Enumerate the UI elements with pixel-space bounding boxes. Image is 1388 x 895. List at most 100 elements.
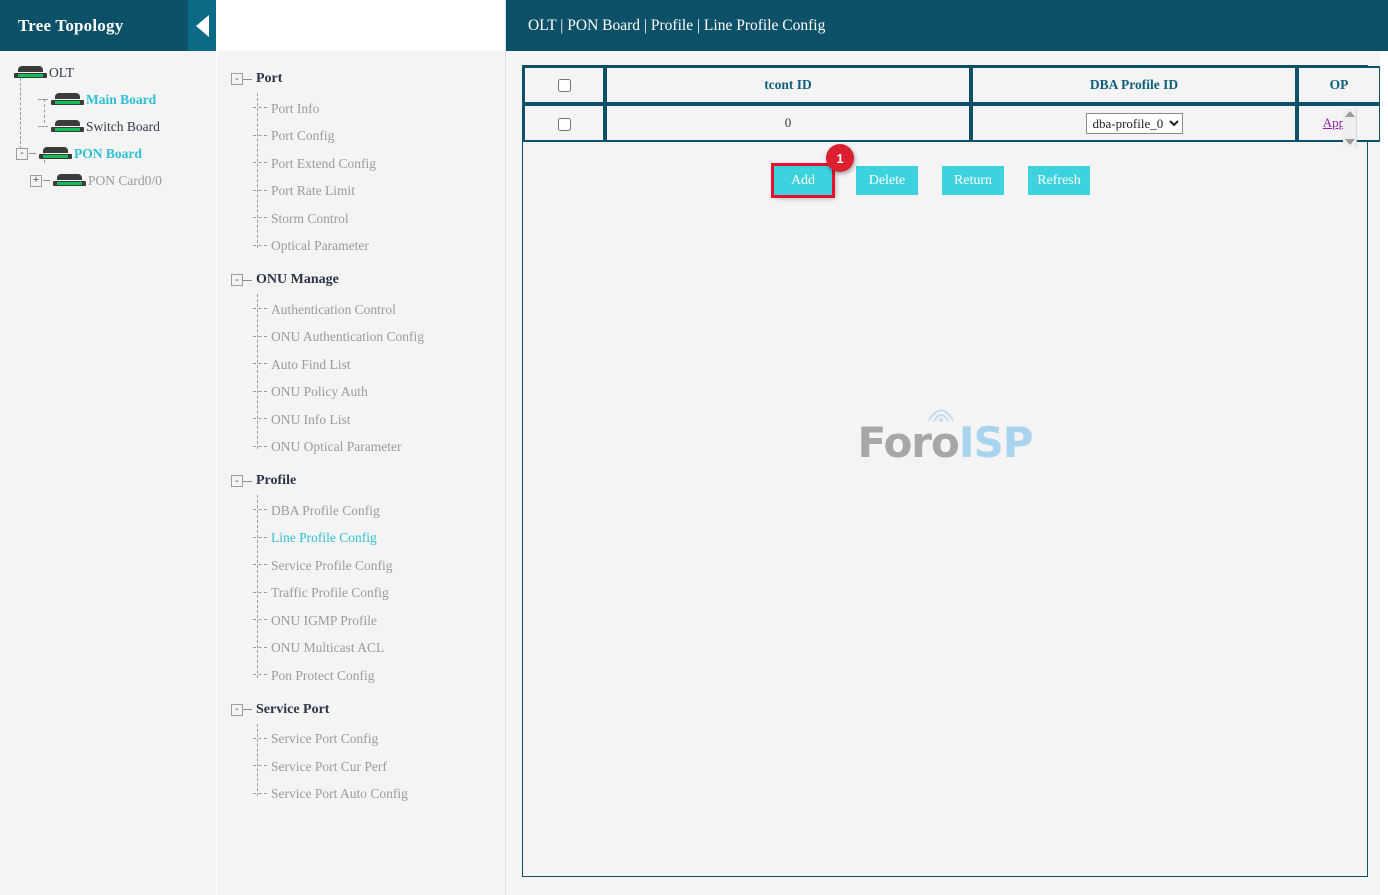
return-button[interactable]: Return (942, 166, 1004, 195)
branch-dash (253, 191, 267, 192)
menu-item-port-config[interactable]: Port Config (217, 123, 505, 151)
menu-item-storm-control[interactable]: Storm Control (217, 205, 505, 233)
collapse-expander-icon[interactable]: - (231, 704, 243, 716)
menu-item-label: Auto Find List (271, 357, 351, 373)
menu-group-items: DBA Profile Config Line Profile Config S… (217, 495, 505, 690)
menu-item-label: Port Rate Limit (271, 183, 355, 199)
menu-item-pon-protect-config[interactable]: Pon Protect Config (217, 662, 505, 690)
branch-dash (253, 218, 267, 219)
delete-button[interactable]: Delete (856, 166, 918, 195)
tree-topology-title: Tree Topology (18, 16, 123, 36)
menu-group-header-port[interactable]: - Port (217, 65, 505, 93)
menu-item-onu-info-list[interactable]: ONU Info List (217, 406, 505, 434)
dba-profile-select[interactable]: dba-profile_0 (1086, 113, 1183, 134)
branch-dash (253, 620, 267, 621)
wifi-signal-icon (924, 403, 958, 423)
form-panel-frame: tcont ID DBA Profile ID OP 0 (522, 65, 1368, 877)
menu-item-label: Port Info (271, 101, 319, 117)
menu-group-header-service-port[interactable]: - Service Port (217, 696, 505, 724)
content-right-edge (1380, 51, 1388, 895)
collapse-sidebar-button[interactable] (188, 0, 216, 51)
menu-item-service-profile-config[interactable]: Service Profile Config (217, 552, 505, 580)
tree-node-switch-board[interactable]: Switch Board (0, 113, 216, 140)
menu-item-label: ONU IGMP Profile (271, 613, 377, 629)
menu-top-spacer (217, 0, 505, 51)
menu-item-onu-multicast-acl[interactable]: ONU Multicast ACL (217, 635, 505, 663)
table-row: 0 dba-profile_0 Apply (523, 104, 1381, 142)
menu-item-label: Service Port Cur Perf (271, 759, 387, 775)
branch-dash (253, 648, 267, 649)
branch-dash (253, 510, 267, 511)
menu-group-header-profile[interactable]: - Profile (217, 467, 505, 495)
branch-dash (253, 538, 267, 539)
menu-item-service-port-auto-config[interactable]: Service Port Auto Config (217, 781, 505, 809)
tree-topology-panel: Tree Topology OLT (0, 0, 216, 895)
menu-item-label: Traffic Profile Config (271, 585, 389, 601)
menu-item-label: ONU Multicast ACL (271, 640, 384, 656)
select-all-checkbox[interactable] (558, 79, 571, 92)
application-window: Tree Topology OLT (0, 0, 1388, 895)
tcont-table: tcont ID DBA Profile ID OP 0 (523, 66, 1381, 142)
tree-branch-dash (43, 180, 50, 181)
tree-node-main-board[interactable]: Main Board (0, 86, 216, 113)
watermark-text-foro: Foro (857, 418, 958, 467)
menu-item-service-port-cur-perf[interactable]: Service Port Cur Perf (217, 753, 505, 781)
content-panel: OLT | PON Board | Profile | Line Profile… (506, 0, 1388, 895)
menu-item-label: ONU Policy Auth (271, 384, 368, 400)
tree-node-label: PON Card0/0 (88, 173, 162, 189)
device-board-icon (51, 120, 84, 133)
row-checkbox[interactable] (558, 118, 571, 131)
menu-group-profile: - Profile DBA Profile Config Line Profil… (217, 467, 505, 690)
add-button-holder: Add 1 (774, 166, 832, 195)
collapse-expander-icon[interactable]: - (231, 73, 243, 85)
collapse-expander-icon[interactable]: - (231, 475, 243, 487)
refresh-button[interactable]: Refresh (1028, 166, 1090, 195)
menu-group-header-onu-manage[interactable]: - ONU Manage (217, 266, 505, 294)
menu-group-items: Service Port Config Service Port Cur Per… (217, 724, 505, 809)
branch-dash (253, 163, 267, 164)
menu-item-label: Storm Control (271, 211, 349, 227)
tree-node-pon-card[interactable]: + PON Card0/0 (0, 167, 216, 194)
menu-group-title: Service Port (256, 702, 329, 718)
branch-dash (253, 419, 267, 420)
menu-item-line-profile-config[interactable]: Line Profile Config (217, 525, 505, 553)
menu-item-port-extend-config[interactable]: Port Extend Config (217, 150, 505, 178)
menu-item-onu-authentication-config[interactable]: ONU Authentication Config (217, 324, 505, 352)
menu-item-dba-profile-config[interactable]: DBA Profile Config (217, 497, 505, 525)
menu-item-service-port-config[interactable]: Service Port Config (217, 726, 505, 754)
expand-expander-icon[interactable]: + (30, 175, 42, 187)
triangle-up-icon[interactable] (1345, 111, 1355, 117)
menu-item-onu-optical-parameter[interactable]: ONU Optical Parameter (217, 434, 505, 462)
tree-branch-dash (38, 126, 48, 127)
tree-node-olt[interactable]: OLT (0, 59, 216, 86)
add-button[interactable]: Add (774, 166, 832, 195)
collapse-expander-icon[interactable]: - (231, 274, 243, 286)
menu-item-traffic-profile-config[interactable]: Traffic Profile Config (217, 580, 505, 608)
tcont-table-wrapper: tcont ID DBA Profile ID OP 0 (523, 66, 1341, 142)
menu-tree: - Port Port Info Port Config (217, 51, 505, 895)
triangle-left-icon (196, 15, 209, 37)
tree-node-pon-board[interactable]: - PON Board (0, 140, 216, 167)
menu-group-title: Profile (256, 473, 296, 489)
menu-item-auto-find-list[interactable]: Auto Find List (217, 351, 505, 379)
menu-item-label: Service Profile Config (271, 558, 392, 574)
menu-item-onu-igmp-profile[interactable]: ONU IGMP Profile (217, 607, 505, 635)
branch-dash (253, 739, 267, 740)
menu-item-authentication-control[interactable]: Authentication Control (217, 296, 505, 324)
table-row-scrollbar[interactable] (1343, 108, 1357, 148)
collapse-expander-icon[interactable]: - (16, 148, 28, 160)
menu-item-port-info[interactable]: Port Info (217, 95, 505, 123)
cell-dba-profile-id: dba-profile_0 (971, 104, 1297, 142)
menu-item-label: Service Port Auto Config (271, 786, 408, 802)
menu-item-label: Optical Parameter (271, 238, 369, 254)
menu-item-port-rate-limit[interactable]: Port Rate Limit (217, 178, 505, 206)
breadcrumb-bar: OLT | PON Board | Profile | Line Profile… (506, 0, 1388, 51)
cell-tcont-id: 0 (605, 104, 971, 142)
triangle-down-icon[interactable] (1345, 139, 1355, 145)
menu-item-label: ONU Optical Parameter (271, 439, 401, 455)
menu-group-port: - Port Port Info Port Config (217, 65, 505, 260)
menu-item-optical-parameter[interactable]: Optical Parameter (217, 233, 505, 261)
branch-dash (253, 675, 267, 676)
menu-item-onu-policy-auth[interactable]: ONU Policy Auth (217, 379, 505, 407)
menu-group-items: Authentication Control ONU Authenticatio… (217, 294, 505, 461)
